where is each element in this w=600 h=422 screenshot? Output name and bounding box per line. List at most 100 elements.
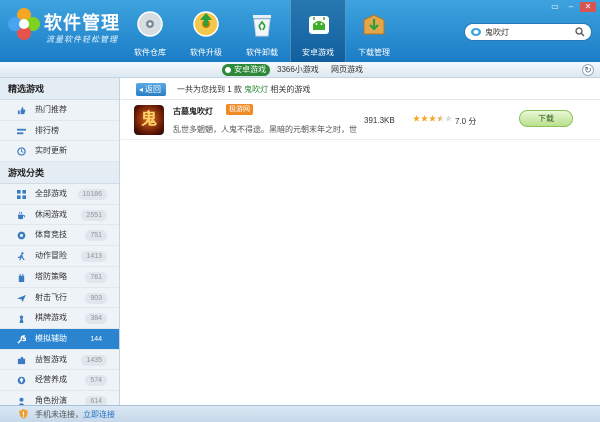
nav-label: 软件仓库 (134, 48, 166, 57)
sidebar-item-label: 角色扮演 (35, 395, 67, 405)
app-name[interactable]: 古墓鬼吹灯 (173, 106, 213, 117)
sidebar-item-label: 休闲游戏 (35, 209, 67, 219)
nav-label: 下载管理 (358, 48, 390, 57)
category-count-badge: 384 (85, 313, 107, 325)
sidebar-item-ranking[interactable]: 排行榜 (0, 121, 119, 142)
sidebar-item-label: 体育竞技 (35, 230, 67, 240)
download-button[interactable]: 下载 (519, 110, 573, 127)
sidebar-item-label: 全部游戏 (35, 189, 67, 199)
category-count-badge: 144 (90, 335, 102, 343)
star-full-icon (413, 115, 420, 122)
sidebar-item-strategy[interactable]: 塔防策略 761 (0, 267, 119, 288)
sidebar-section-featured: 精选游戏 (0, 78, 119, 100)
back-arrow-icon: ◂ (139, 85, 144, 94)
result-unit: 款 (233, 85, 242, 94)
chess-icon (19, 315, 24, 324)
connect-now-link[interactable]: 立即连接 (83, 410, 115, 419)
sidebar-item-hot[interactable]: 热门推荐 (0, 100, 119, 121)
back-label: 返回 (145, 85, 161, 94)
minimize-button[interactable]: – (564, 2, 578, 12)
sidebar-item-updates[interactable]: 实时更新 (0, 141, 119, 163)
wrench-icon (17, 335, 26, 344)
game-app-icon[interactable]: 鬼 (134, 105, 164, 135)
main-nav: 软件仓库 软件升级 软件卸载 安卓游戏 下载管理 (122, 0, 402, 62)
result-keyword: 鬼吹灯 (244, 85, 269, 94)
category-count-badge: 614 (85, 395, 107, 405)
nav-software-upgrade[interactable]: 软件升级 (178, 0, 234, 62)
result-summary: 一共为您找到 1 款 鬼吹灯 相关的游戏 (177, 84, 310, 95)
close-button[interactable]: ✕ (580, 2, 596, 12)
source-tag: 极游网 (226, 104, 253, 115)
star-empty-icon (445, 115, 452, 122)
coffee-icon (17, 211, 26, 219)
tab-android-games[interactable]: 安卓游戏 (222, 64, 270, 76)
result-bar: ◂ 返回 一共为您找到 1 款 鬼吹灯 相关的游戏 (121, 78, 600, 100)
rating-stars (413, 115, 452, 122)
category-count-badge: 751 (85, 230, 107, 242)
nav-download-manager[interactable]: 下载管理 (346, 0, 402, 62)
category-count-badge: 1435 (81, 354, 107, 366)
sidebar-item-board[interactable]: 棋牌游戏 384 (0, 308, 119, 329)
main-content: ◂ 返回 一共为您找到 1 款 鬼吹灯 相关的游戏 鬼 古墓鬼吹灯 极游网 乱世多… (121, 78, 600, 405)
tab-3366-minigames[interactable]: 3366小游戏 (277, 64, 319, 76)
thumbs-up-icon (17, 106, 26, 115)
search-icon[interactable] (575, 27, 585, 37)
ranking-icon (17, 128, 26, 134)
sidebar-item-label: 棋牌游戏 (35, 313, 67, 323)
sidebar-item-shooting[interactable]: 射击飞行 903 (0, 288, 119, 309)
recycle-bin-icon (253, 15, 271, 37)
person-icon (18, 397, 25, 405)
sidebar-item-casual[interactable]: 休闲游戏 2551 (0, 205, 119, 226)
warning-shield-icon (19, 409, 28, 419)
nav-software-store[interactable]: 软件仓库 (122, 0, 178, 62)
clock-icon (17, 147, 26, 157)
app-size: 391.3KB (364, 116, 395, 125)
category-count-badge: 2551 (81, 209, 107, 221)
tab-label: 安卓游戏 (234, 65, 266, 74)
phone-status: 手机未连接， (35, 410, 83, 419)
search-input[interactable] (485, 25, 573, 39)
android-game-icon (309, 16, 329, 34)
sidebar-item-label: 射击飞行 (35, 292, 67, 302)
sidebar-item-simulation[interactable]: 模拟辅助 144 (0, 328, 119, 350)
subnav-bar: 安卓游戏 3366小游戏 网页游戏 ↻ (0, 62, 600, 78)
sidebar-item-puzzle[interactable]: 益智游戏 1435 (0, 350, 119, 371)
title-bar: 软件管理 流量软件轻松管理 软件仓库 软件升级 软件卸载 安卓游戏 下载管理 ▭… (0, 0, 600, 62)
result-suffix: 相关的游戏 (270, 85, 311, 94)
app-description: 乱世多魍魉，人鬼不得途。黑暗的元朝末年之时，世... (173, 125, 357, 134)
nav-label: 软件升级 (190, 48, 222, 57)
sidebar: 精选游戏 热门推荐 排行榜 实时更新 游戏分类 全部游戏 10186 休闲游戏 … (0, 78, 120, 405)
grid-icon (17, 190, 26, 200)
category-count-badge: 903 (85, 292, 107, 304)
ball-icon (17, 232, 26, 240)
back-button[interactable]: ◂ 返回 (136, 83, 166, 96)
disc-icon (137, 11, 163, 37)
qq-search-icon (471, 28, 481, 36)
tab-web-games[interactable]: 网页游戏 (331, 64, 363, 76)
nav-software-uninstall[interactable]: 软件卸载 (234, 0, 290, 62)
sidebar-item-action[interactable]: 动作冒险 1413 (0, 246, 119, 267)
upgrade-disc-icon (193, 11, 219, 37)
puzzle-icon (17, 356, 26, 364)
sidebar-item-label: 排行榜 (35, 125, 59, 135)
category-count-badge: 1413 (81, 251, 107, 263)
sidebar-item-management[interactable]: 经营养成 574 (0, 370, 119, 391)
window-controls: ▭ – ✕ (548, 2, 596, 12)
sidebar-item-label: 塔防策略 (35, 271, 67, 281)
status-text: 手机未连接，立即连接 (35, 409, 115, 420)
tower-icon (18, 273, 25, 282)
sidebar-item-label: 经营养成 (35, 375, 67, 385)
download-box-icon (363, 14, 385, 35)
sidebar-item-sports[interactable]: 体育竞技 751 (0, 225, 119, 247)
android-dot-icon (225, 67, 231, 73)
gem-icon (17, 376, 26, 385)
list-item[interactable]: 鬼 古墓鬼吹灯 极游网 乱世多魍魉，人鬼不得途。黑暗的元朝末年之时，世... 3… (121, 100, 600, 140)
sidebar-item-rpg[interactable]: 角色扮演 614 (0, 391, 119, 405)
refresh-icon[interactable]: ↻ (582, 64, 594, 76)
category-count-badge: 10186 (77, 189, 107, 201)
category-count-badge: 761 (85, 271, 107, 283)
restore-button[interactable]: ▭ (548, 2, 562, 12)
sidebar-item-all-games[interactable]: 全部游戏 10186 (0, 184, 119, 205)
nav-android-games[interactable]: 安卓游戏 (290, 0, 346, 62)
sidebar-item-label: 热门推荐 (35, 105, 67, 114)
